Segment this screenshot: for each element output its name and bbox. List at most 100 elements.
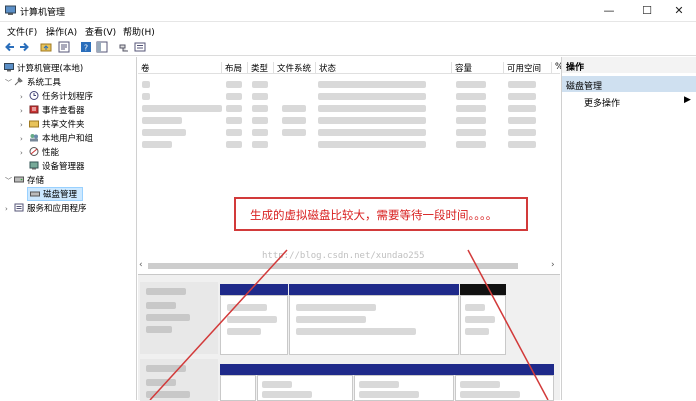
tree-item-device-manager[interactable]: 设备管理器	[29, 160, 85, 174]
table-row[interactable]	[318, 105, 426, 112]
table-row[interactable]	[456, 93, 486, 100]
close-button[interactable]: ✕	[662, 0, 696, 22]
table-row[interactable]	[318, 117, 426, 124]
table-row[interactable]	[508, 105, 536, 112]
column-capacity[interactable]: 容量	[452, 62, 504, 74]
partition-block[interactable]	[289, 295, 459, 355]
column-layout[interactable]: 布局	[222, 62, 248, 74]
table-row[interactable]	[456, 129, 486, 136]
table-row[interactable]	[282, 105, 306, 112]
tree-item-services-apps[interactable]: › 服务和应用程序	[5, 202, 87, 216]
menu-action[interactable]: 操作(A)	[46, 25, 77, 38]
table-row[interactable]	[252, 117, 268, 124]
table-row[interactable]	[318, 93, 426, 100]
action-pane-header: 操作	[562, 57, 696, 73]
disk-info-0[interactable]	[140, 282, 218, 354]
tree-item-performance[interactable]: › 性能	[20, 146, 59, 160]
table-row[interactable]	[252, 93, 268, 100]
expand-arrow-icon[interactable]: ›	[20, 135, 29, 143]
partition-block[interactable]	[455, 375, 554, 401]
watermark: http://blog.csdn.net/xundao255	[262, 251, 425, 261]
partition-block[interactable]	[220, 295, 288, 355]
column-volume[interactable]: 卷	[138, 62, 222, 74]
table-row[interactable]	[456, 81, 486, 88]
tree-item-task-scheduler[interactable]: › 任务计划程序	[20, 90, 93, 104]
table-row[interactable]	[226, 105, 242, 112]
table-row[interactable]	[226, 81, 242, 88]
tree-item-local-users[interactable]: › 本地用户和组	[20, 132, 93, 146]
back-icon[interactable]	[4, 41, 16, 53]
table-row[interactable]	[226, 141, 242, 148]
expand-arrow-icon[interactable]: ›	[20, 93, 29, 101]
tree-label-shared-folders: 共享文件夹	[42, 120, 85, 130]
table-row[interactable]	[142, 105, 222, 112]
table-row[interactable]	[142, 141, 172, 148]
table-row[interactable]	[142, 81, 150, 88]
table-row[interactable]	[252, 129, 268, 136]
menu-file[interactable]: 文件(F)	[7, 25, 37, 38]
table-row[interactable]	[226, 93, 242, 100]
menu-view[interactable]: 查看(V)	[85, 25, 116, 38]
expand-arrow-icon[interactable]: ›	[20, 107, 29, 115]
minimize-button[interactable]: —	[592, 0, 626, 22]
horizontal-scrollbar[interactable]: ‹ ›	[138, 260, 560, 272]
expand-arrow-icon[interactable]: ›	[20, 149, 29, 157]
menu-help[interactable]: 帮助(H)	[123, 25, 155, 38]
list-view-icon[interactable]	[134, 41, 146, 53]
forward-icon[interactable]	[18, 41, 30, 53]
table-row[interactable]	[142, 93, 150, 100]
tree-item-system-tools[interactable]: ﹀ 系统工具	[5, 76, 61, 90]
action-section-disk-management[interactable]: 磁盘管理	[562, 76, 696, 92]
partition-block[interactable]	[257, 375, 353, 401]
table-row[interactable]	[508, 129, 536, 136]
show-pane-icon[interactable]	[96, 41, 108, 53]
scrollbar-thumb[interactable]	[148, 263, 518, 269]
tree-item-disk-management[interactable]: 磁盘管理	[27, 187, 83, 201]
partition-block[interactable]	[354, 375, 454, 401]
table-row[interactable]	[456, 105, 486, 112]
collapse-arrow-icon[interactable]: ﹀	[5, 176, 14, 186]
table-row[interactable]	[508, 81, 536, 88]
table-row[interactable]	[456, 117, 486, 124]
table-row[interactable]	[282, 117, 306, 124]
table-row[interactable]	[226, 129, 242, 136]
scroll-left-icon[interactable]: ‹	[139, 260, 143, 270]
table-row[interactable]	[252, 141, 268, 148]
tree-item-event-viewer[interactable]: › 事件查看器	[20, 104, 85, 118]
properties-icon[interactable]	[58, 41, 70, 53]
tree-item-storage[interactable]: ﹀ 存储	[5, 174, 44, 188]
tree-item-root[interactable]: 计算机管理(本地)	[4, 62, 83, 76]
scroll-right-icon[interactable]: ›	[551, 260, 555, 270]
up-folder-icon[interactable]	[40, 41, 52, 53]
column-filesystem[interactable]: 文件系统	[274, 62, 316, 74]
table-row[interactable]	[508, 117, 536, 124]
expand-arrow-icon[interactable]: ›	[5, 205, 14, 213]
partition-block[interactable]	[460, 295, 506, 355]
disk-info-1[interactable]	[140, 359, 218, 401]
tree-item-shared-folders[interactable]: › 共享文件夹	[20, 118, 85, 132]
table-row[interactable]	[508, 141, 536, 148]
table-row[interactable]	[318, 81, 426, 88]
table-row[interactable]	[456, 141, 486, 148]
column-status[interactable]: 状态	[316, 62, 452, 74]
table-row[interactable]	[282, 129, 306, 136]
table-row[interactable]	[318, 129, 426, 136]
table-row[interactable]	[252, 81, 268, 88]
table-row[interactable]	[508, 93, 536, 100]
table-row[interactable]	[318, 141, 426, 148]
collapse-arrow-icon[interactable]: ﹀	[5, 78, 14, 88]
table-row[interactable]	[142, 117, 182, 124]
column-type[interactable]: 类型	[248, 62, 274, 74]
table-row[interactable]	[226, 117, 242, 124]
expand-arrow-icon[interactable]: ›	[20, 121, 29, 129]
table-row[interactable]	[252, 105, 268, 112]
maximize-button[interactable]: ☐	[630, 0, 664, 22]
partition-block[interactable]	[220, 375, 256, 401]
column-percent[interactable]: %	[552, 62, 563, 74]
help-icon[interactable]: ?	[80, 41, 92, 53]
submenu-arrow-icon[interactable]: ▶	[684, 95, 691, 105]
connect-icon[interactable]	[118, 41, 130, 53]
column-free-space[interactable]: 可用空间	[504, 62, 552, 74]
more-actions-link[interactable]: 更多操作	[584, 96, 620, 109]
table-row[interactable]	[142, 129, 186, 136]
